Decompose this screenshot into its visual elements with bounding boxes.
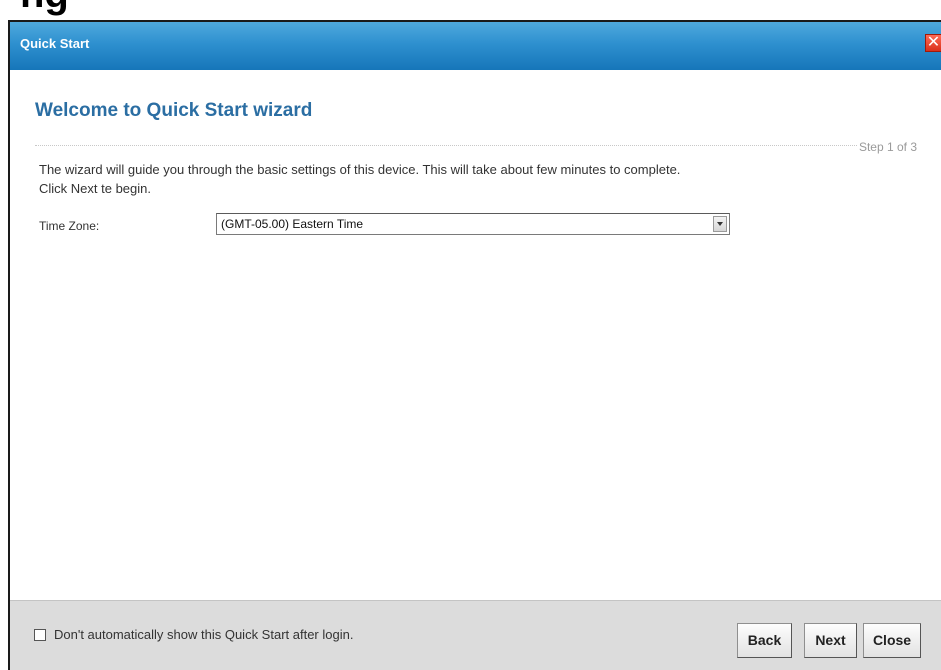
dialog-content: Welcome to Quick Start wizard Step 1 of … <box>10 70 941 600</box>
close-icon[interactable]: ✕ <box>925 34 941 52</box>
dialog-title: Quick Start <box>20 36 90 51</box>
description-line-2: Click Next te begin. <box>39 181 151 196</box>
dont-show-again-checkbox[interactable] <box>34 629 46 641</box>
chevron-down-icon[interactable] <box>713 216 727 232</box>
description-line-1: The wizard will guide you through the ba… <box>39 162 681 177</box>
time-zone-selected-value: (GMT-05.00) Eastern Time <box>221 217 364 231</box>
dont-show-again-label[interactable]: Don't automatically show this Quick Star… <box>54 627 353 642</box>
dialog-footer: Don't automatically show this Quick Star… <box>10 600 941 670</box>
heading-divider <box>35 145 915 146</box>
next-button[interactable]: Next <box>804 623 857 658</box>
back-button[interactable]: Back <box>737 623 792 658</box>
close-button[interactable]: Close <box>863 623 921 658</box>
time-zone-select[interactable]: (GMT-05.00) Eastern Time <box>216 213 730 235</box>
background-heading-fragment: ng <box>20 0 69 14</box>
dialog-titlebar: Quick Start ✕ <box>10 22 941 70</box>
quick-start-dialog: Quick Start ✕ Welcome to Quick Start wiz… <box>8 20 941 670</box>
step-indicator: Step 1 of 3 <box>856 140 917 154</box>
screen: ng Quick Start ✕ Welcome to Quick Start … <box>0 0 941 670</box>
wizard-description: The wizard will guide you through the ba… <box>39 160 680 198</box>
wizard-heading: Welcome to Quick Start wizard <box>35 100 313 121</box>
time-zone-label: Time Zone: <box>39 219 100 233</box>
